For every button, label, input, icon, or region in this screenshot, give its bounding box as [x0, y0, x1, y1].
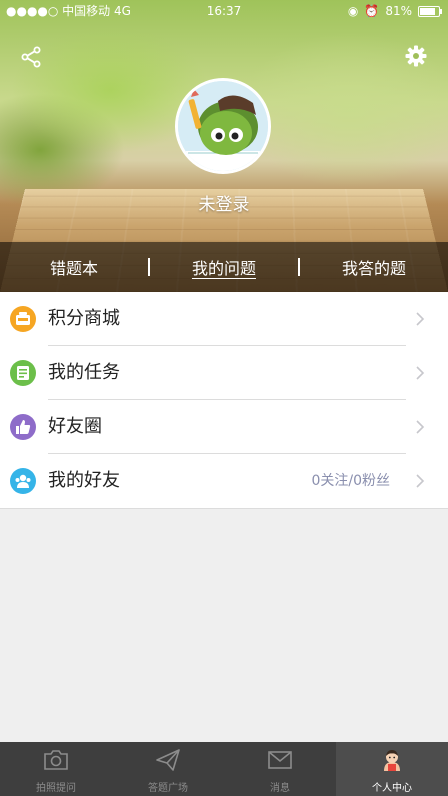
status-right: ◉ ⏰ 81%	[347, 0, 442, 22]
camera-icon	[44, 750, 68, 770]
battery-percent: 81%	[385, 4, 412, 18]
gear-icon	[405, 45, 427, 67]
person-icon	[384, 750, 400, 771]
login-status[interactable]: 未登录	[0, 190, 448, 215]
tab-label: 答题广场	[148, 783, 188, 794]
tab-label: 我答的题	[341, 259, 406, 278]
menu-bottom-border	[0, 508, 448, 509]
status-bar: ●●●●○ 中国移动 4G 16:37 ◉ ⏰ 81%	[0, 0, 448, 22]
menu-item-label: 好友圈	[48, 416, 102, 437]
alarm-icon: ⏰	[364, 4, 380, 18]
bottom-tab-bar: 拍照提问 答题广场 消息 个人中心	[0, 742, 448, 796]
tab-label: 拍照提问	[36, 783, 76, 794]
profile-header: ●●●●○ 中国移动 4G 16:37 ◉ ⏰ 81% 未登录 错题本 我的问题…	[0, 0, 448, 292]
mascot-avatar-image	[178, 81, 268, 171]
tab-wrong-questions[interactable]: 错题本	[0, 255, 148, 279]
tab-label: 个人中心	[372, 783, 412, 794]
lock-rotation-icon: ◉	[347, 4, 359, 18]
thumbs-up-icon	[10, 414, 36, 440]
menu-item-label: 我的好友	[48, 470, 120, 491]
menu-item-label: 我的任务	[48, 362, 120, 383]
friends-icon	[10, 468, 36, 494]
store-icon	[10, 306, 36, 332]
menu-item-my-tasks[interactable]: 我的任务	[0, 346, 448, 400]
chevron-right-icon	[416, 366, 425, 380]
mail-icon	[268, 751, 292, 769]
chevron-right-icon	[416, 420, 425, 434]
tab-label: 我的问题	[191, 259, 256, 278]
tab-my-answers[interactable]: 我答的题	[300, 255, 448, 279]
tab-answer-square[interactable]: 答题广场	[112, 742, 224, 796]
menu-item-label: 积分商城	[48, 308, 120, 329]
chevron-right-icon	[416, 312, 425, 326]
task-icon	[10, 360, 36, 386]
avatar[interactable]	[175, 78, 271, 174]
tab-label: 消息	[270, 783, 290, 794]
share-icon	[21, 46, 41, 68]
question-tabs: 错题本 我的问题 我答的题	[0, 242, 448, 292]
menu-item-points-store[interactable]: 积分商城	[0, 292, 448, 346]
paper-plane-icon	[156, 749, 180, 771]
menu-item-friend-circle[interactable]: 好友圈	[0, 400, 448, 454]
tab-photo-question[interactable]: 拍照提问	[0, 742, 112, 796]
chevron-right-icon	[416, 474, 425, 488]
tab-personal-center[interactable]: 个人中心	[336, 742, 448, 796]
menu-item-my-friends[interactable]: 我的好友 0关注/0粉丝	[0, 454, 448, 508]
follow-stats: 0关注/0粉丝	[311, 473, 390, 489]
share-button[interactable]	[20, 45, 44, 69]
tab-label: 错题本	[49, 259, 98, 278]
menu-list: 积分商城 我的任务 好友圈 我的好友 0关注/0粉丝	[0, 292, 448, 508]
battery-icon	[418, 5, 442, 17]
settings-button[interactable]	[404, 44, 428, 68]
tab-messages[interactable]: 消息	[224, 742, 336, 796]
tab-my-questions[interactable]: 我的问题	[150, 255, 298, 279]
